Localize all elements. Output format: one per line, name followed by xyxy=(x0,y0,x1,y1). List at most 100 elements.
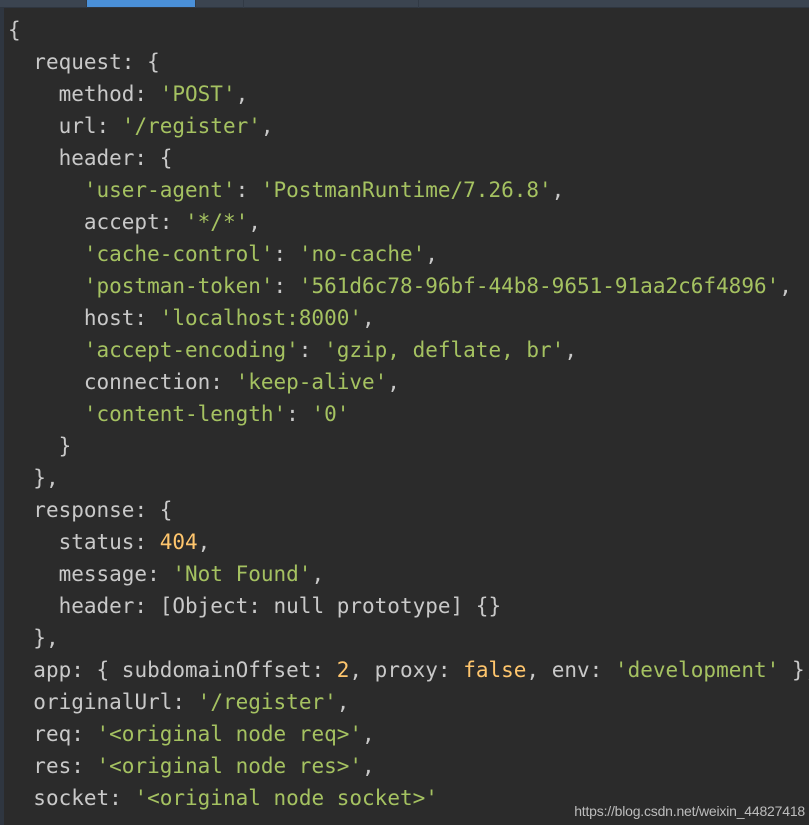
code-token-punct: { xyxy=(8,18,21,42)
code-token-plain: , proxy: xyxy=(349,658,464,682)
code-token-punct: , xyxy=(387,370,400,394)
code-token-plain: response: { xyxy=(33,498,173,522)
code-token-string: 'PostmanRuntime/7.26.8' xyxy=(260,178,552,202)
code-token-number: 2 xyxy=(336,658,350,682)
code-token-punct: } xyxy=(58,434,72,458)
code-token-punct: , xyxy=(551,178,565,202)
code-token-punct: , xyxy=(564,338,577,362)
tab-divider xyxy=(418,0,419,8)
code-token-string: 'keep-alive' xyxy=(235,370,388,394)
code-token-string: 'accept-encoding' xyxy=(83,338,299,362)
code-token-string: 'postman-token' xyxy=(83,274,274,298)
code-token-string: '/register' xyxy=(197,690,337,714)
code-token-punct: : xyxy=(235,178,261,202)
code-token-string: 'user-agent' xyxy=(83,178,236,202)
code-token-string: '<original node res>' xyxy=(96,754,363,778)
code-token-plain: host: xyxy=(83,306,160,330)
code-token-string: '/register' xyxy=(121,114,261,138)
code-token-punct: , xyxy=(311,562,325,586)
code-token-punct: }, xyxy=(33,466,59,490)
tab-divider xyxy=(86,0,87,8)
console-output-panel[interactable]: { request: { method: 'POST', url: '/regi… xyxy=(4,8,809,825)
code-token-string: '0' xyxy=(311,402,350,426)
code-token-plain: connection: xyxy=(83,370,236,394)
code-token-punct: , xyxy=(235,82,249,106)
console-line: } xyxy=(8,430,809,462)
console-line: 'cache-control': 'no-cache', xyxy=(8,238,809,270)
code-token-plain: res: xyxy=(33,754,97,778)
console-line: }, xyxy=(8,622,809,654)
code-token-punct: : xyxy=(286,402,312,426)
console-line: 'content-length': '0' xyxy=(8,398,809,430)
code-token-plain: , env: xyxy=(526,658,615,682)
code-token-string: '561d6c78-96bf-44b8-9651-91aa2c6f4896' xyxy=(298,274,780,298)
code-token-string: 'localhost:8000' xyxy=(159,306,363,330)
console-line: method: 'POST', xyxy=(8,78,809,110)
console-line: 'postman-token': '561d6c78-96bf-44b8-965… xyxy=(8,270,809,302)
code-token-punct: , xyxy=(336,690,350,714)
code-token-string: 'POST' xyxy=(159,82,236,106)
code-token-string: 'cache-control' xyxy=(83,242,274,266)
console-line: }, xyxy=(8,462,809,494)
console-line: connection: 'keep-alive', xyxy=(8,366,809,398)
code-token-punct: , xyxy=(362,306,375,330)
code-token-string: 'no-cache' xyxy=(298,242,426,266)
code-token-plain: accept: xyxy=(83,210,186,234)
code-token-plain: request: { xyxy=(33,50,160,74)
console-line: originalUrl: '/register', xyxy=(8,686,809,718)
console-line: { xyxy=(8,14,809,46)
code-token-punct: , xyxy=(248,210,261,234)
console-line: host: 'localhost:8000', xyxy=(8,302,809,334)
console-line: 'user-agent': 'PostmanRuntime/7.26.8', xyxy=(8,174,809,206)
console-line: res: '<original node res>', xyxy=(8,750,809,782)
code-token-plain: req: xyxy=(33,722,97,746)
console-line: header: { xyxy=(8,142,809,174)
code-token-punct: : xyxy=(298,338,325,362)
code-token-bool: false xyxy=(463,658,527,682)
code-token-punct: }, xyxy=(33,626,59,650)
tab-divider xyxy=(195,0,196,8)
code-token-punct: , xyxy=(197,530,211,554)
code-token-punct: , xyxy=(362,722,375,746)
code-token-plain: status: xyxy=(58,530,160,554)
code-token-punct: }, xyxy=(791,658,809,682)
code-token-plain: socket: xyxy=(33,786,135,810)
code-token-plain: message: xyxy=(58,562,173,586)
console-line: request: { xyxy=(8,46,809,78)
console-line: accept: '*/*', xyxy=(8,206,809,238)
tab-divider xyxy=(243,0,244,8)
code-token-string: 'Not Found' xyxy=(172,562,312,586)
code-token-plain: header: [Object: null prototype] {} xyxy=(58,594,502,618)
code-token-punct: : xyxy=(273,242,299,266)
code-token-plain: originalUrl: xyxy=(33,690,198,714)
code-token-punct: , xyxy=(779,274,792,298)
code-token-punct: , xyxy=(260,114,274,138)
console-line: req: '<original node req>', xyxy=(8,718,809,750)
code-token-punct: : xyxy=(273,274,299,298)
console-line: app: { subdomainOffset: 2, proxy: false,… xyxy=(8,654,809,686)
code-token-string: '<original node req>' xyxy=(96,722,363,746)
console-line: status: 404, xyxy=(8,526,809,558)
console-line: url: '/register', xyxy=(8,110,809,142)
code-token-plain: header: { xyxy=(58,146,173,170)
